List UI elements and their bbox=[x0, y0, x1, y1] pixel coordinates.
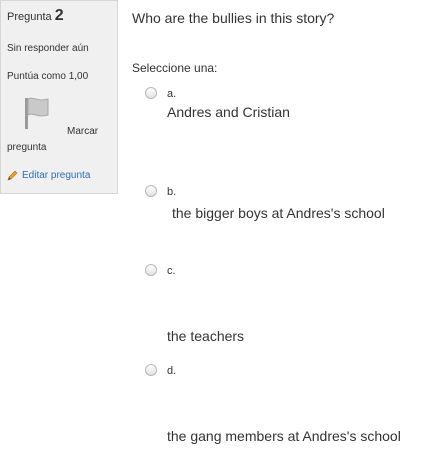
question-text: Who are the bullies in this story? bbox=[132, 10, 335, 26]
radio-option-d[interactable] bbox=[145, 364, 157, 376]
option-letter-c: c. bbox=[167, 265, 176, 277]
select-one-prompt: Seleccione una: bbox=[132, 61, 218, 75]
flag-label-word1: Marcar bbox=[67, 126, 99, 137]
option-text-c[interactable]: the teachers bbox=[167, 328, 244, 344]
pencil-icon bbox=[7, 170, 18, 181]
option-text-b[interactable]: the bigger boys at Andres's school bbox=[172, 205, 385, 221]
radio-option-c[interactable] bbox=[145, 264, 157, 276]
flag-icon[interactable] bbox=[23, 96, 51, 130]
option-letter-d: d. bbox=[167, 365, 177, 377]
question-info-panel: Pregunta 2 Sin responder aún Puntúa como… bbox=[0, 0, 118, 194]
question-grade: Puntúa como 1,00 bbox=[7, 71, 89, 82]
option-letter-a: a. bbox=[167, 88, 177, 100]
radio-option-b[interactable] bbox=[145, 185, 157, 197]
option-text-d[interactable]: the gang members at Andres's school bbox=[167, 428, 401, 444]
option-text-a[interactable]: Andres and Cristian bbox=[167, 104, 290, 120]
question-number-heading: Pregunta 2 bbox=[7, 7, 64, 25]
question-state: Sin responder aún bbox=[7, 43, 89, 54]
edit-question-link[interactable]: Editar pregunta bbox=[7, 169, 90, 181]
question-number: 2 bbox=[54, 7, 64, 24]
radio-option-a[interactable] bbox=[145, 87, 157, 99]
edit-question-label: Editar pregunta bbox=[22, 169, 91, 181]
option-letter-b: b. bbox=[167, 186, 177, 198]
question-word: Pregunta bbox=[7, 11, 52, 23]
flag-label-word2: pregunta bbox=[7, 142, 47, 153]
